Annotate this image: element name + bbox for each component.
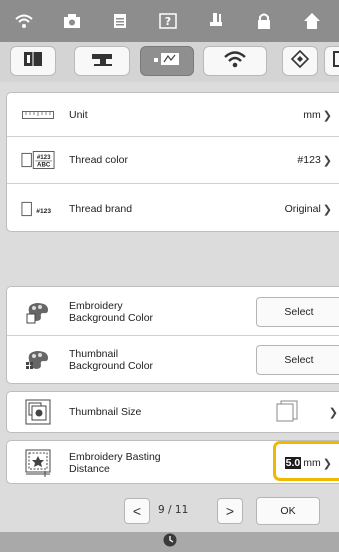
thumbnail-background-select-button[interactable]: Select (256, 345, 339, 375)
wifi-status-icon[interactable] (0, 13, 48, 29)
chevron-left-icon: < (132, 503, 142, 519)
chevron-right-icon: ❯ (328, 406, 338, 419)
thread-brand-icon-number: #123 (36, 208, 51, 215)
settings-category-tabs (0, 42, 339, 82)
thread-color-label: Thread color (69, 154, 128, 166)
thumbnail-size-panel: Thumbnail Size ❯ (6, 391, 339, 433)
thread-color-icon-name: ABC (37, 162, 51, 169)
wifi-icon (223, 50, 247, 73)
palette-embroidery-icon (21, 300, 55, 324)
settings-screen: ? Unit mm ❯ #123 ABC Thread color #123 ❯… (0, 0, 339, 552)
unit-value-text: mm (303, 109, 321, 121)
chevron-right-icon: ❯ (322, 203, 332, 216)
document-icon[interactable] (96, 13, 144, 29)
chevron-right-icon: ❯ (322, 109, 332, 122)
embroidery-background-select-button[interactable]: Select (256, 297, 339, 327)
thumbnail-background-color-label: Thumbnail Background Color (69, 348, 154, 372)
previous-page-button[interactable]: < (124, 498, 150, 524)
thread-brand-icon: #123 (21, 197, 55, 221)
ruler-icon (21, 103, 55, 127)
presser-foot-icon[interactable] (192, 12, 240, 30)
help-icon[interactable]: ? (144, 13, 192, 29)
divider (7, 136, 339, 137)
tab-sewing-settings[interactable] (74, 46, 130, 76)
basting-frame-icon (21, 449, 55, 477)
page-current: 9 (158, 504, 165, 516)
unit-value[interactable]: mm ❯ (303, 109, 332, 122)
embroidery-background-color-label: Embroidery Background Color (69, 300, 154, 324)
thumbnail-background-color-row: Thumbnail Background Color Select (7, 340, 339, 380)
next-page-button[interactable]: > (217, 498, 243, 524)
embroidery-frame-icon (153, 51, 181, 72)
value-highlight (273, 441, 339, 481)
page-indicator: 9 / 11 (158, 504, 188, 516)
palette-thumbnail-icon (21, 348, 55, 372)
unit-row[interactable]: Unit mm ❯ (7, 95, 339, 135)
top-toolbar: ? (0, 0, 339, 42)
thumbnail-size-label: Thumbnail Size (69, 406, 142, 418)
svg-text:?: ? (165, 15, 171, 28)
frame-icon (332, 50, 339, 73)
thread-brand-label: Thread brand (69, 203, 133, 215)
clock-icon[interactable] (163, 533, 177, 552)
chevron-right-icon: ❯ (322, 154, 332, 167)
lock-icon[interactable] (240, 12, 288, 30)
thread-brand-row[interactable]: #123 Thread brand Original ❯ (7, 189, 339, 229)
ok-button[interactable]: OK (256, 497, 320, 525)
tab-network-settings[interactable] (203, 46, 267, 76)
embroidery-background-color-row: Embroidery Background Color Select (7, 292, 339, 332)
settings-diamond-icon (290, 49, 310, 73)
background-color-panel: Embroidery Background Color Select Thumb… (6, 286, 339, 384)
unit-label: Unit (69, 109, 88, 121)
tab-machine-settings[interactable] (282, 46, 318, 76)
home-icon[interactable] (288, 12, 336, 30)
thread-brand-value-text: Original (284, 203, 321, 215)
thumbnail-size-value[interactable]: ❯ (275, 400, 338, 425)
thumbnail-size-icon (21, 399, 55, 425)
page-navigation: < 9 / 11 > OK (0, 492, 339, 530)
thread-color-icon: #123 ABC (21, 148, 55, 172)
thumbnail-size-preview-icon (275, 400, 299, 425)
basting-distance-label: Embroidery Basting Distance (69, 451, 161, 475)
thread-color-value-text: #123 (297, 154, 321, 166)
page-total: 11 (174, 504, 189, 516)
tab-general-settings[interactable] (10, 46, 56, 76)
bottom-bar (0, 532, 339, 552)
thread-color-icon-number: #123 (37, 154, 51, 161)
chevron-right-icon: > (225, 503, 235, 519)
thread-color-value[interactable]: #123 ❯ (297, 154, 332, 167)
book-icon (22, 51, 44, 72)
thread-color-row[interactable]: #123 ABC Thread color #123 ❯ (7, 140, 339, 180)
tab-embroidery-settings[interactable] (140, 46, 194, 76)
page-separator: / (168, 504, 172, 516)
thread-settings-panel: Unit mm ❯ #123 ABC Thread color #123 ❯ #… (6, 92, 339, 232)
divider (7, 335, 339, 336)
thumbnail-size-row[interactable]: Thumbnail Size ❯ (7, 392, 339, 432)
thread-brand-value[interactable]: Original ❯ (285, 203, 332, 216)
divider (7, 183, 339, 184)
sewing-machine-icon (90, 51, 114, 72)
tab-frame-settings[interactable] (324, 46, 339, 76)
camera-icon[interactable] (48, 13, 96, 29)
